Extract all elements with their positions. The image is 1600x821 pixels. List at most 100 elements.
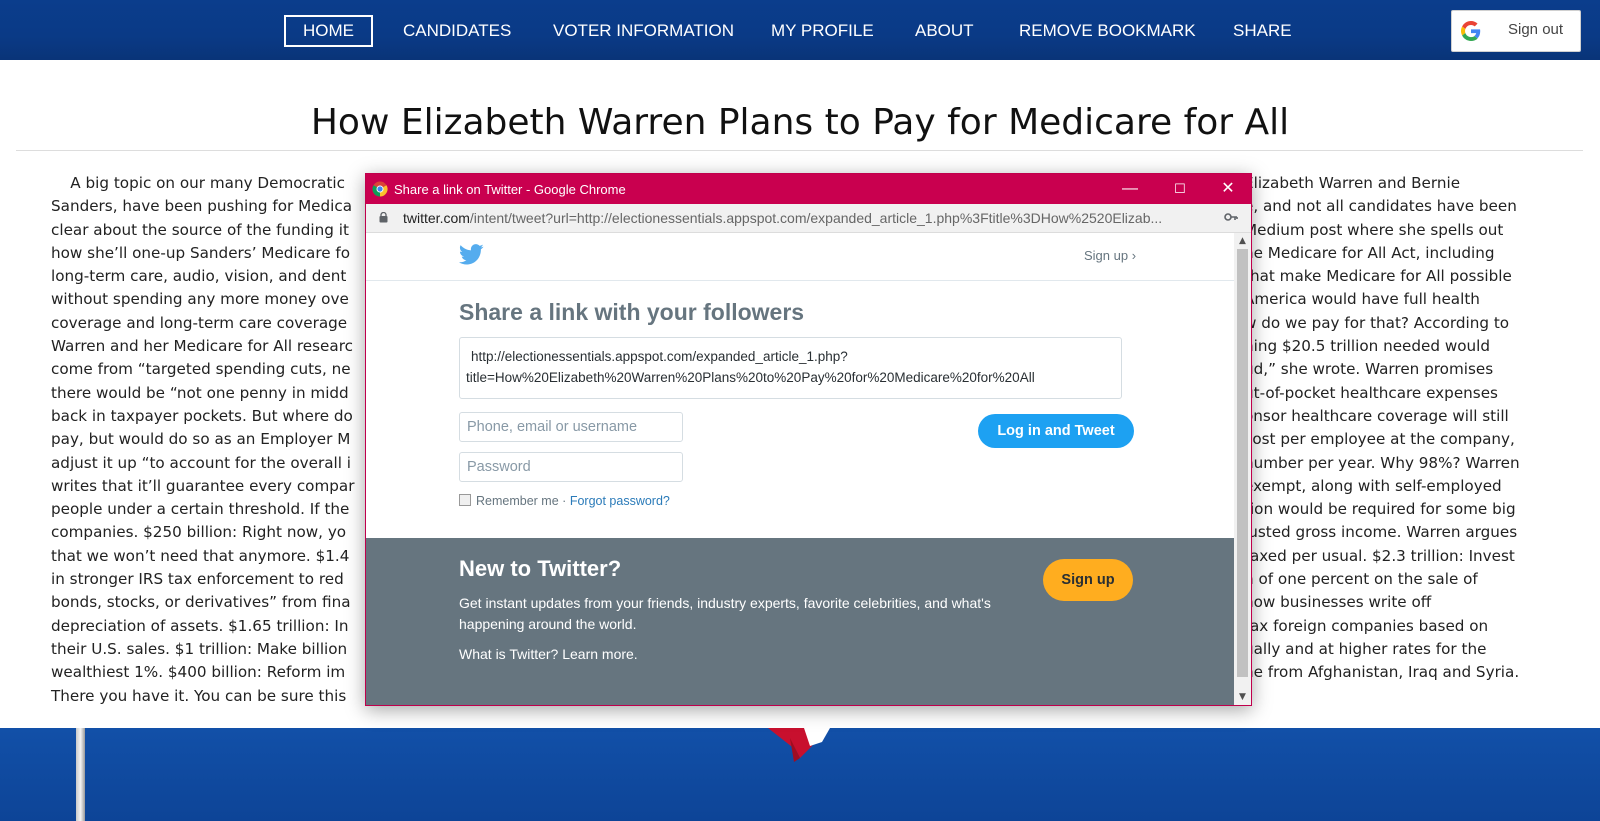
- article-line-right: Medium post where she spells out: [1244, 220, 1504, 239]
- article-line-right: number per year. Why 98%? Warren: [1244, 453, 1520, 472]
- forgot-password-link[interactable]: Forgot password?: [570, 494, 670, 508]
- window-title: Share a link on Twitter - Google Chrome: [394, 182, 626, 197]
- remember-me-checkbox[interactable]: [459, 494, 471, 506]
- flag-banner-image: [0, 728, 1600, 821]
- chrome-icon: [372, 181, 388, 197]
- article-line: bonds, stocks, or derivatives” from fina: [51, 593, 351, 612]
- window-title-bar[interactable]: Share a link on Twitter - Google Chrome …: [366, 174, 1251, 204]
- article-title: How Elizabeth Warren Plans to Pay for Me…: [310, 102, 1290, 144]
- article-line-right: tion would be required for some big: [1244, 500, 1516, 519]
- article-line-right: exempt, along with self-employed: [1244, 476, 1502, 495]
- google-sign-out-button[interactable]: Sign out: [1451, 10, 1581, 52]
- article-line: long-term care, audio, vision, and dent: [51, 267, 347, 286]
- url-text[interactable]: twitter.com/intent/tweet?url=http://elec…: [403, 210, 1223, 226]
- lock-icon: [379, 212, 388, 223]
- nav-candidates[interactable]: CANDIDATES: [403, 16, 511, 46]
- article-line: writes that it’ll guarantee every compar: [51, 476, 355, 495]
- minimize-icon[interactable]: —: [1107, 174, 1153, 204]
- tweet-textarea[interactable]: http://electionessentials.appspot.com/ex…: [459, 337, 1122, 399]
- article-line: There you have it. You can be sure this: [51, 686, 347, 705]
- article-line-right: tax foreign companies based on: [1244, 616, 1489, 635]
- tweet-text-line-1: http://electionessentials.appspot.com/ex…: [471, 349, 848, 364]
- article-line-right: ually and at higher rates for the: [1244, 639, 1487, 658]
- article-line-right: hing $20.5 trillion needed would: [1244, 337, 1491, 356]
- sign-up-button[interactable]: Sign up: [1043, 559, 1133, 601]
- article-body-right: Elizabeth Warren and Bernie e, and not a…: [1244, 172, 1554, 685]
- new-to-twitter-panel: New to Twitter? Get instant updates from…: [366, 538, 1234, 705]
- flag-icon: [768, 728, 830, 762]
- article-line-right: America would have full health: [1244, 290, 1480, 309]
- article-line-right: he Medicare for All Act, including: [1244, 243, 1495, 262]
- maximize-icon[interactable]: ☐: [1157, 174, 1203, 204]
- article-line-right: justed gross income. Warren argues: [1244, 523, 1518, 542]
- twitter-intent-page: Sign up › Share a link with your followe…: [366, 233, 1234, 705]
- article-line: come from “targeted spending cuts, ne: [51, 360, 351, 379]
- username-input[interactable]: Phone, email or username: [459, 412, 683, 442]
- article-line-right: taxed per usual. $2.3 trillion: Invest: [1244, 546, 1515, 565]
- article-line: that we won’t need that anymore. $1.4: [51, 546, 350, 565]
- article-line: Warren and her Medicare for All researc: [51, 337, 353, 356]
- share-heading: Share a link with your followers: [459, 299, 805, 325]
- article-line: pay, but would do so as an Employer M: [51, 430, 351, 449]
- nav-remove-bookmark[interactable]: REMOVE BOOKMARK: [1019, 16, 1196, 46]
- article-line: back in taxpayer pockets. But where do: [51, 406, 353, 425]
- article-line: their U.S. sales. $1 trillion: Make bill…: [51, 639, 348, 658]
- article-line: coverage and long-term care coverage: [51, 313, 348, 332]
- log-in-and-tweet-button[interactable]: Log in and Tweet: [978, 414, 1134, 448]
- article-line: there would be “not one penny in midd: [51, 383, 349, 402]
- article-line: companies. $250 billion: Right now, yo: [51, 523, 347, 542]
- sign-out-label: Sign out: [1508, 21, 1564, 38]
- article-line: adjust it up “to account for the overall…: [51, 453, 351, 472]
- article-line: depreciation of assets. $1.65 trillion: …: [51, 616, 349, 635]
- close-icon[interactable]: ✕: [1205, 174, 1251, 204]
- article-line-right: cost per employee at the company,: [1244, 430, 1515, 449]
- article-line: without spending any more money ove: [51, 290, 349, 309]
- scroll-up-arrow-icon[interactable]: ▲: [1234, 234, 1251, 248]
- scroll-down-arrow-icon[interactable]: ▼: [1234, 690, 1251, 704]
- sign-up-top-link[interactable]: Sign up ›: [1084, 248, 1136, 263]
- nav-voter-information[interactable]: VOTER INFORMATION: [553, 16, 734, 46]
- address-bar[interactable]: twitter.com/intent/tweet?url=http://elec…: [366, 204, 1251, 233]
- top-navigation-bar: HOME CANDIDATES VOTER INFORMATION MY PRO…: [0, 0, 1600, 60]
- article-line-right: ne from Afghanistan, Iraq and Syria.: [1244, 663, 1520, 682]
- article-line-right: how businesses write off: [1244, 593, 1432, 612]
- nav-share[interactable]: SHARE: [1233, 16, 1292, 46]
- password-input[interactable]: Password: [459, 452, 683, 482]
- article-line-right: ut-of-pocket healthcare expenses: [1244, 383, 1498, 402]
- google-logo-icon: [1461, 21, 1481, 41]
- remember-me-label: Remember me: [476, 494, 559, 508]
- article-line: Sanders, have been pushing for Medica: [51, 197, 353, 216]
- flag-pole: [76, 728, 85, 821]
- new-to-twitter-heading: New to Twitter?: [459, 556, 622, 581]
- tweet-text-line-2: title=How%20Elizabeth%20Warren%20Plans%2…: [466, 370, 1035, 385]
- article-line: how she’ll one-up Sanders’ Medicare fo: [51, 243, 351, 262]
- article-line-right: Elizabeth Warren and Bernie: [1244, 174, 1461, 192]
- twitter-header: Sign up ›: [366, 233, 1234, 281]
- article-line-right: ud,” she wrote. Warren promises: [1244, 360, 1494, 379]
- title-divider: [16, 150, 1583, 151]
- article-line-right: that make Medicare for All possible: [1244, 267, 1512, 286]
- scrollbar-thumb[interactable]: [1237, 249, 1248, 677]
- twitter-share-popup-window[interactable]: Share a link on Twitter - Google Chrome …: [365, 173, 1252, 706]
- article-line-right: e, and not all candidates have been: [1244, 197, 1517, 216]
- popup-scrollbar[interactable]: ▲ ▼: [1234, 233, 1251, 705]
- new-to-twitter-description: Get instant updates from your friends, i…: [459, 595, 991, 632]
- article-line: people under a certain threshold. If the: [51, 500, 350, 519]
- article-line: clear about the source of the funding it: [51, 220, 349, 239]
- nav-home[interactable]: HOME: [284, 15, 373, 47]
- article-line: A big topic on our many Democratic: [70, 174, 345, 192]
- remember-me-row: Remember me · Forgot password?: [459, 494, 670, 508]
- url-host: twitter.com: [403, 210, 470, 226]
- separator-dot: ·: [562, 494, 567, 508]
- url-path: /intent/tweet?url=http://electionessenti…: [469, 210, 1163, 226]
- article-line-right: h of one percent on the sale of: [1244, 570, 1478, 589]
- twitter-bird-icon[interactable]: [459, 244, 484, 265]
- article-line-right: onsor healthcare coverage will still: [1244, 406, 1509, 425]
- nav-about[interactable]: ABOUT: [915, 16, 974, 46]
- article-line: in stronger IRS tax enforcement to red: [51, 570, 344, 589]
- article-line: wealthiest 1%. $400 billion: Reform im: [51, 663, 346, 682]
- learn-more-link[interactable]: What is Twitter? Learn more.: [459, 646, 638, 662]
- nav-my-profile[interactable]: MY PROFILE: [771, 16, 874, 46]
- article-line-right: w do we pay for that? According to: [1244, 313, 1510, 332]
- key-icon[interactable]: [1224, 212, 1238, 222]
